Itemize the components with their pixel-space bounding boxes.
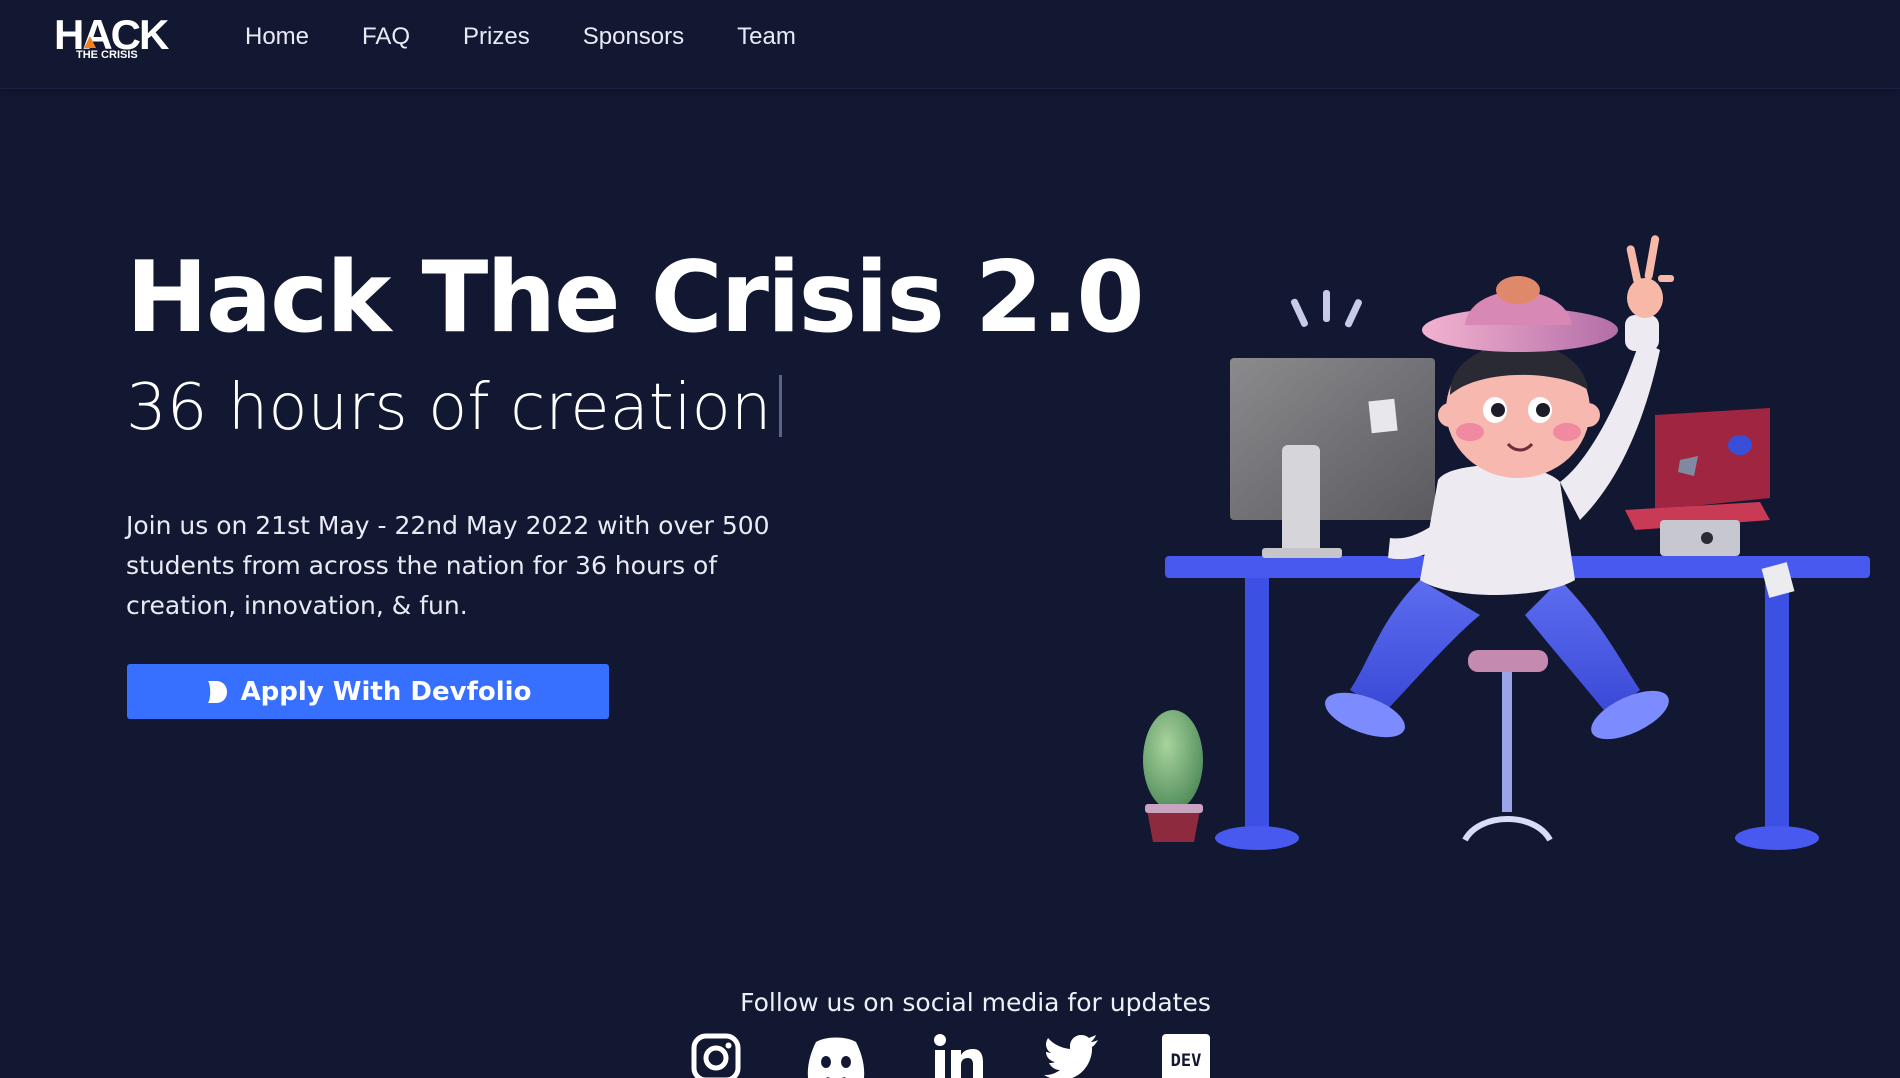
hack-the-crisis-logo[interactable]: HACK THE CRISIS — [54, 14, 169, 62]
navbar: HACK THE CRISIS Home FAQ Prizes Sponsors… — [0, 0, 1900, 89]
social-icons: DEV — [690, 1032, 1220, 1078]
nav-links: Home FAQ Prizes Sponsors Team — [245, 20, 849, 54]
hero-subtitle: 36 hours of creation — [126, 368, 783, 448]
page: HACK THE CRISIS Home FAQ Prizes Sponsors… — [0, 0, 1900, 1078]
logo-flame-icon — [84, 36, 96, 48]
devfolio-icon — [207, 680, 227, 703]
dev-icon[interactable]: DEV — [1162, 1032, 1210, 1078]
person-head — [1422, 276, 1618, 478]
linkedin-icon[interactable] — [932, 1032, 984, 1078]
nav-faq[interactable]: FAQ — [362, 20, 410, 54]
discord-icon[interactable] — [804, 1032, 868, 1078]
hero-description: Join us on 21st May - 22nd May 2022 with… — [126, 511, 770, 620]
nav-sponsors[interactable]: Sponsors — [583, 20, 684, 54]
logo-sub-text: THE CRISIS — [76, 49, 138, 61]
raised-hand — [1626, 235, 1674, 318]
chair — [1462, 650, 1553, 842]
monitor-icon — [1230, 290, 1435, 558]
nav-team[interactable]: Team — [737, 20, 796, 54]
typing-caret — [779, 375, 783, 437]
laptop-icon — [1625, 408, 1770, 556]
developer-at-desk-illustration — [1143, 235, 1870, 850]
twitter-icon[interactable] — [1044, 1032, 1100, 1078]
instagram-icon[interactable] — [690, 1032, 742, 1078]
nav-prizes[interactable]: Prizes — [463, 20, 530, 54]
dev-icon-text: DEV — [1171, 1051, 1202, 1071]
plant-icon — [1143, 710, 1203, 842]
apply-button-label: Apply With Devfolio — [240, 676, 532, 707]
social-title: Follow us on social media for updates — [0, 986, 1900, 1020]
hero-title: Hack The Crisis 2.0 — [126, 241, 1145, 355]
nav-home[interactable]: Home — [245, 20, 309, 54]
apply-with-devfolio-button[interactable]: Apply With Devfolio — [127, 664, 609, 719]
hero-subtitle-text: 36 hours of creation — [126, 371, 772, 445]
desk — [1165, 556, 1870, 850]
social-title-text: Follow us on social media for updates — [740, 988, 1211, 1017]
